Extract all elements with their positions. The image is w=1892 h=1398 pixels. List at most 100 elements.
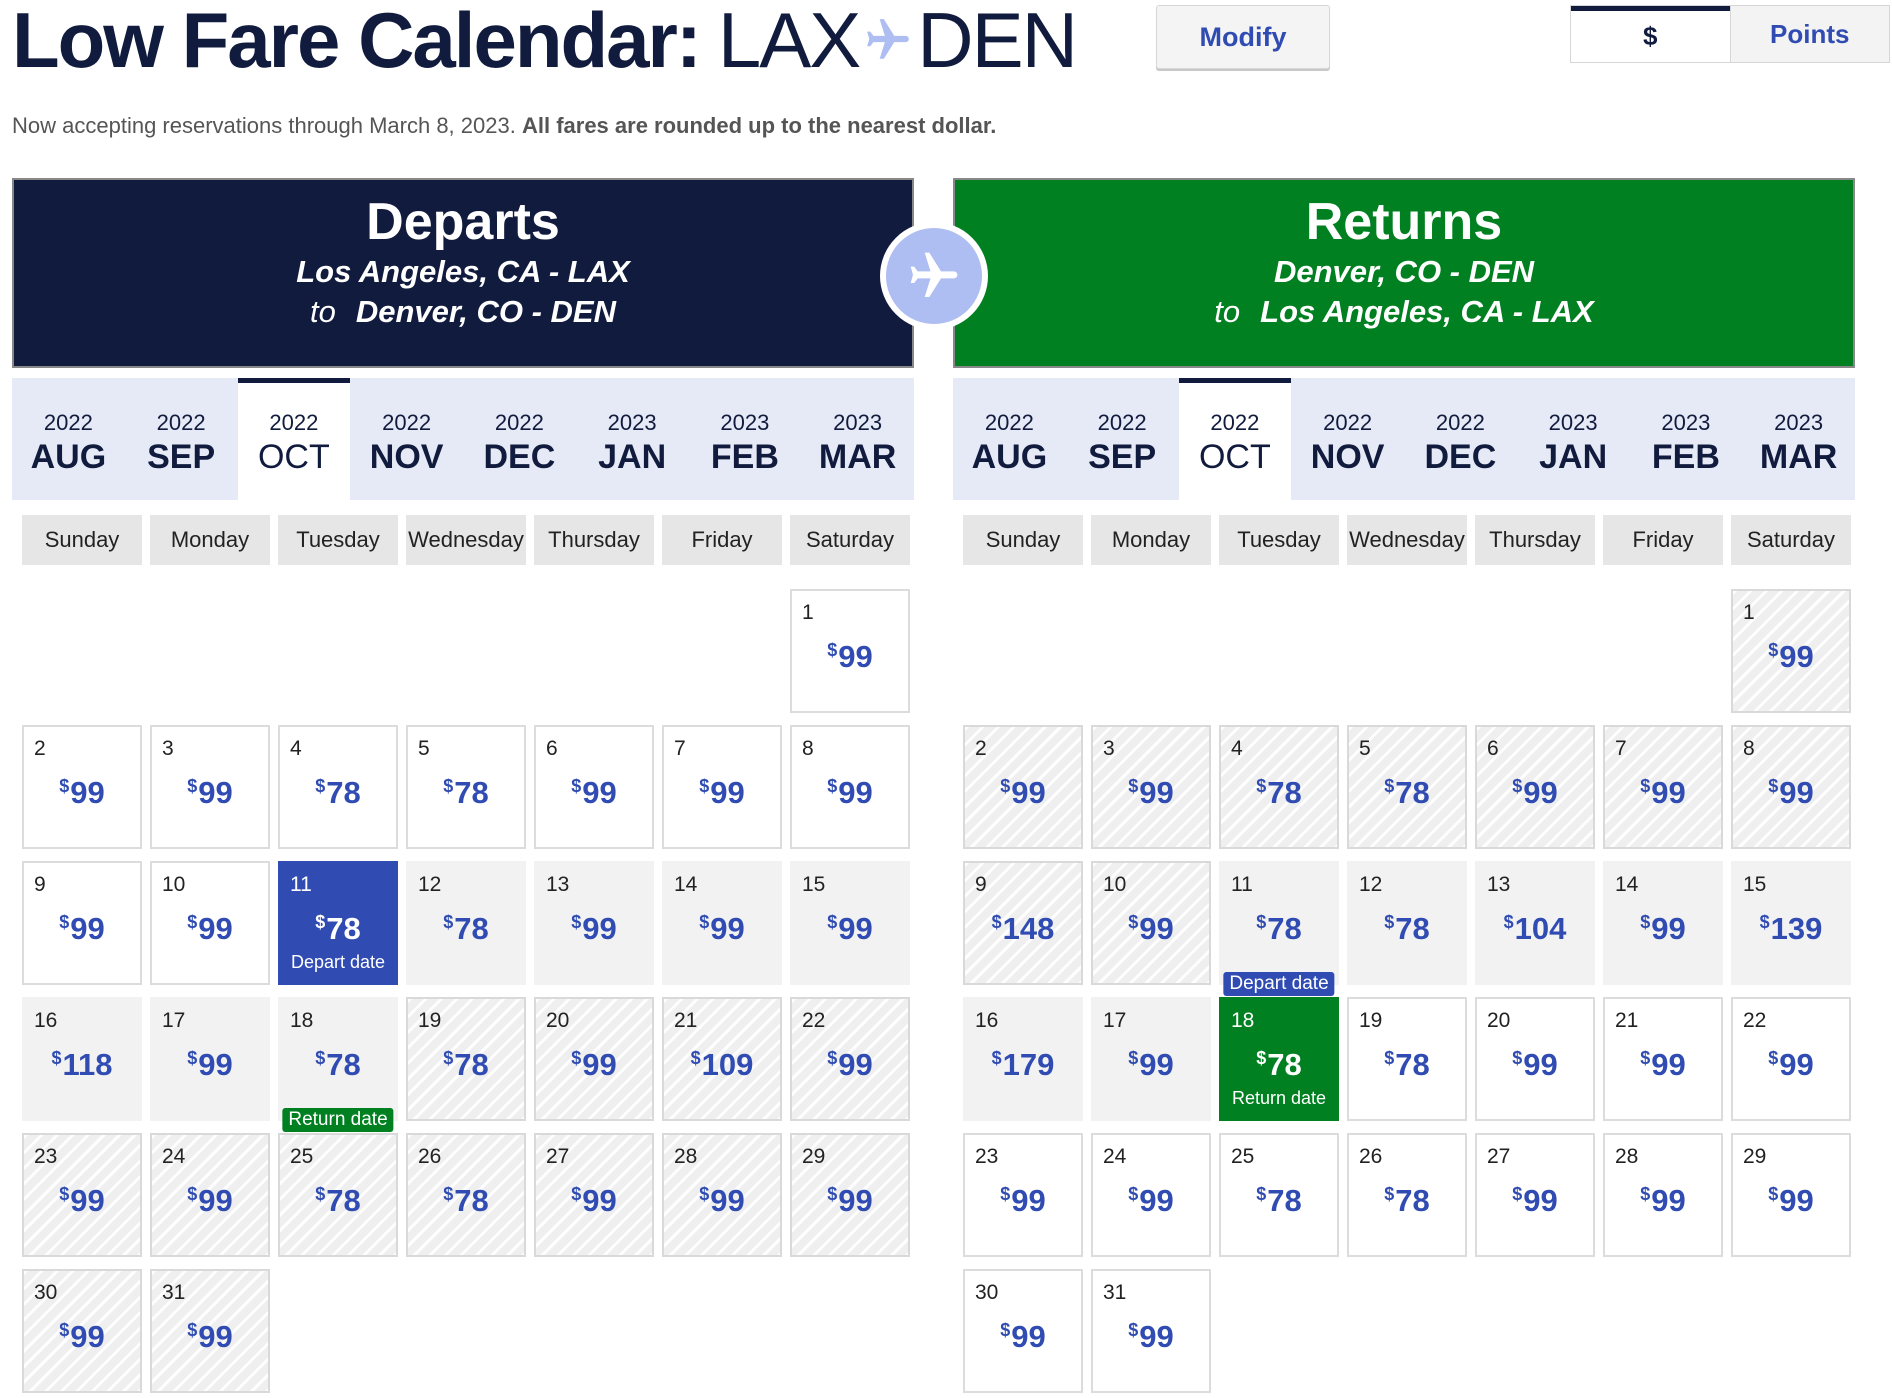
- tab-dec-2022[interactable]: 2022 DEC: [463, 378, 576, 500]
- fare-price: $78: [408, 1047, 524, 1083]
- weekday-wednesday: Wednesday: [1347, 515, 1467, 565]
- modify-button[interactable]: Modify: [1156, 5, 1330, 69]
- day-cell-4[interactable]: 4 $78: [1219, 725, 1339, 849]
- weekday-saturday: Saturday: [790, 515, 910, 565]
- day-cell-22[interactable]: 22 $99: [1731, 997, 1851, 1121]
- day-cell-7[interactable]: 7 $99: [662, 725, 782, 849]
- day-cell-17[interactable]: 17 $99: [1091, 997, 1211, 1121]
- day-cell-19[interactable]: 19 $78: [1347, 997, 1467, 1121]
- tab-sep-2022[interactable]: 2022 SEP: [1066, 378, 1179, 500]
- day-cell-28[interactable]: 28 $99: [662, 1133, 782, 1257]
- day-cell-5[interactable]: 5 $78: [406, 725, 526, 849]
- fare-amount: 99: [1779, 639, 1814, 674]
- tab-nov-2022[interactable]: 2022 NOV: [1291, 378, 1404, 500]
- day-cell-6[interactable]: 6 $99: [534, 725, 654, 849]
- day-cell-4[interactable]: 4 $78: [278, 725, 398, 849]
- points-toggle[interactable]: Points: [1729, 6, 1889, 62]
- currency-symbol: $: [1384, 1048, 1395, 1068]
- tab-jan-2023[interactable]: 2023 JAN: [1517, 378, 1630, 500]
- day-cell-27[interactable]: 27 $99: [1475, 1133, 1595, 1257]
- day-cell-20[interactable]: 20 $99: [534, 997, 654, 1121]
- day-number: 16: [975, 1009, 999, 1032]
- day-cell-23[interactable]: 23 $99: [963, 1133, 1083, 1257]
- day-cell-18[interactable]: 18 $78 Return date: [1219, 997, 1339, 1121]
- day-cell-9[interactable]: 9 $148: [963, 861, 1083, 985]
- day-cell-9[interactable]: 9 $99: [22, 861, 142, 985]
- day-cell-10[interactable]: 10 $99: [1091, 861, 1211, 985]
- day-number: 11: [1231, 873, 1253, 896]
- day-cell-14[interactable]: 14 $99: [1603, 861, 1723, 985]
- day-cell-14[interactable]: 14 $99: [662, 861, 782, 985]
- tab-feb-2023[interactable]: 2023 FEB: [689, 378, 802, 500]
- day-cell-1[interactable]: 1 $99: [1731, 589, 1851, 713]
- day-cell-25[interactable]: 25 $78: [1219, 1133, 1339, 1257]
- dollars-toggle[interactable]: $: [1571, 6, 1730, 62]
- tab-aug-2022[interactable]: 2022 AUG: [12, 378, 125, 500]
- day-cell-7[interactable]: 7 $99: [1603, 725, 1723, 849]
- day-cell-3[interactable]: 3 $99: [150, 725, 270, 849]
- day-cell-13[interactable]: 13 $99: [534, 861, 654, 985]
- day-cell-22[interactable]: 22 $99: [790, 997, 910, 1121]
- day-cell-12[interactable]: 12 $78: [406, 861, 526, 985]
- day-cell-15[interactable]: 15 $139: [1731, 861, 1851, 985]
- currency-symbol: $: [1000, 1184, 1011, 1204]
- currency-symbol: $: [187, 1320, 198, 1340]
- day-cell-28[interactable]: 28 $99: [1603, 1133, 1723, 1257]
- day-cell-30[interactable]: 30 $99: [963, 1269, 1083, 1393]
- day-cell-2[interactable]: 2 $99: [22, 725, 142, 849]
- day-cell-21[interactable]: 21 $99: [1603, 997, 1723, 1121]
- day-cell-8[interactable]: 8 $99: [1731, 725, 1851, 849]
- day-cell-13[interactable]: 13 $104: [1475, 861, 1595, 985]
- currency-symbol: $: [187, 1184, 198, 1204]
- day-cell-16[interactable]: 16 $179: [963, 997, 1083, 1121]
- day-cell-23[interactable]: 23 $99: [22, 1133, 142, 1257]
- day-cell-16[interactable]: 16 $118: [22, 997, 142, 1121]
- day-cell-20[interactable]: 20 $99: [1475, 997, 1595, 1121]
- day-cell-21[interactable]: 21 $109: [662, 997, 782, 1121]
- day-cell-1[interactable]: 1 $99: [790, 589, 910, 713]
- tab-feb-2023[interactable]: 2023 FEB: [1630, 378, 1743, 500]
- day-number: 19: [418, 1009, 442, 1032]
- day-cell-6[interactable]: 6 $99: [1475, 725, 1595, 849]
- day-cell-29[interactable]: 29 $99: [790, 1133, 910, 1257]
- day-cell-29[interactable]: 29 $99: [1731, 1133, 1851, 1257]
- day-cell-31[interactable]: 31 $99: [150, 1269, 270, 1393]
- day-cell-11[interactable]: 11 $78 Depart date: [278, 861, 398, 985]
- day-cell-8[interactable]: 8 $99: [790, 725, 910, 849]
- fare-amount: 99: [838, 775, 873, 810]
- day-cell-10[interactable]: 10 $99: [150, 861, 270, 985]
- day-cell-2[interactable]: 2 $99: [963, 725, 1083, 849]
- tab-jan-2023[interactable]: 2023 JAN: [576, 378, 689, 500]
- tab-mar-2023[interactable]: 2023 MAR: [1742, 378, 1855, 500]
- day-cell-15[interactable]: 15 $99: [790, 861, 910, 985]
- weekday-friday: Friday: [662, 515, 782, 565]
- weekday-monday: Monday: [1091, 515, 1211, 565]
- day-cell-17[interactable]: 17 $99: [150, 997, 270, 1121]
- tab-oct-2022[interactable]: 2022 OCT: [1178, 378, 1292, 500]
- day-number: 9: [34, 873, 46, 896]
- day-cell-26[interactable]: 26 $78: [1347, 1133, 1467, 1257]
- day-cell-30[interactable]: 30 $99: [22, 1269, 142, 1393]
- day-cell-26[interactable]: 26 $78: [406, 1133, 526, 1257]
- tab-nov-2022[interactable]: 2022 NOV: [350, 378, 463, 500]
- day-cell-3[interactable]: 3 $99: [1091, 725, 1211, 849]
- tab-mar-2023[interactable]: 2023 MAR: [801, 378, 914, 500]
- tab-sep-2022[interactable]: 2022 SEP: [125, 378, 238, 500]
- fare-amount: 99: [1651, 911, 1686, 946]
- day-cell-12[interactable]: 12 $78: [1347, 861, 1467, 985]
- day-cell-25[interactable]: 25 $78: [278, 1133, 398, 1257]
- day-cell-31[interactable]: 31 $99: [1091, 1269, 1211, 1393]
- day-cell-11[interactable]: 11 $78 Depart date: [1219, 861, 1339, 996]
- day-cell-19[interactable]: 19 $78: [406, 997, 526, 1121]
- fare-price: $78: [280, 775, 396, 811]
- tab-oct-2022[interactable]: 2022 OCT: [237, 378, 351, 500]
- tab-dec-2022[interactable]: 2022 DEC: [1404, 378, 1517, 500]
- day-cell-27[interactable]: 27 $99: [534, 1133, 654, 1257]
- day-cell-5[interactable]: 5 $78: [1347, 725, 1467, 849]
- currency-symbol: $: [1000, 776, 1011, 796]
- day-cell-18[interactable]: 18 $78 Return date: [278, 997, 398, 1132]
- tab-month: OCT: [1198, 438, 1271, 476]
- day-cell-24[interactable]: 24 $99: [150, 1133, 270, 1257]
- day-cell-24[interactable]: 24 $99: [1091, 1133, 1211, 1257]
- tab-aug-2022[interactable]: 2022 AUG: [953, 378, 1066, 500]
